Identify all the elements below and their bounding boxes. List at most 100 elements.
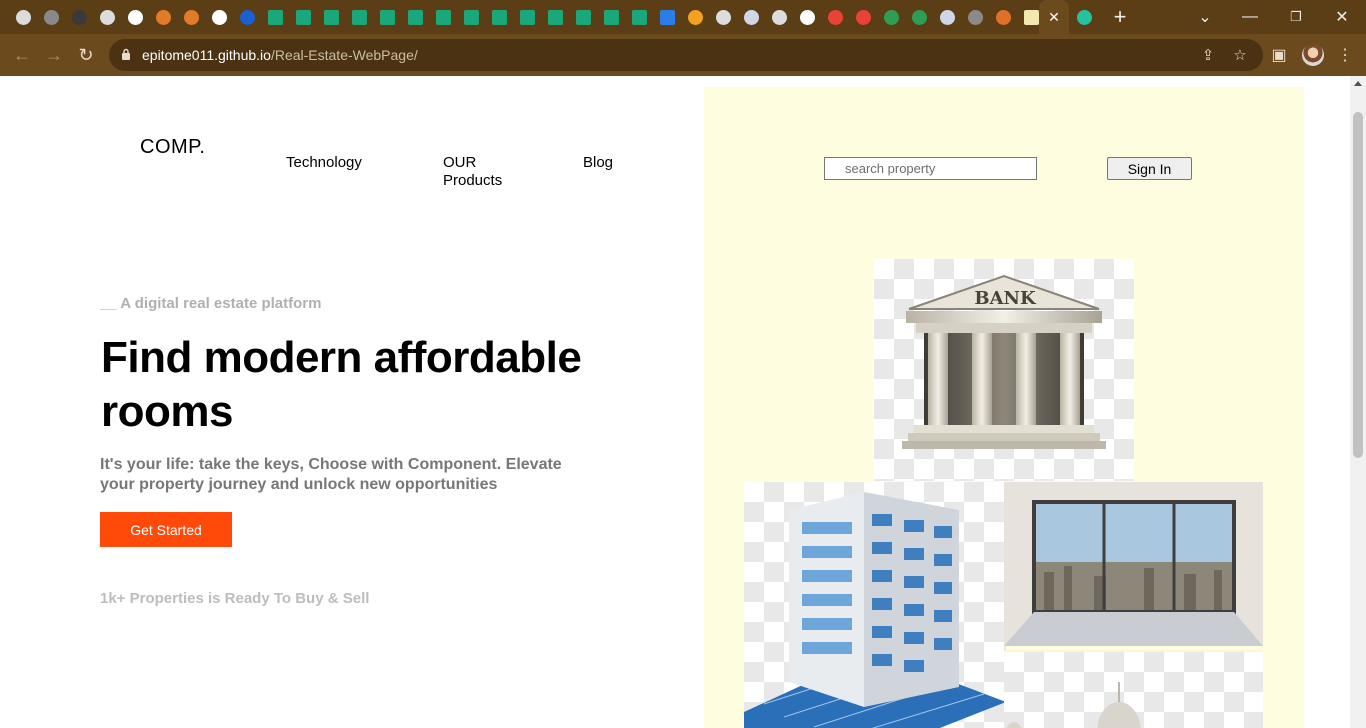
browser-tab[interactable] [573, 7, 593, 27]
browser-tab[interactable] [965, 7, 985, 27]
browser-tab[interactable] [657, 7, 677, 27]
browser-tab[interactable] [69, 7, 89, 27]
browser-tab[interactable] [405, 7, 425, 27]
browser-tab[interactable] [433, 7, 453, 27]
browser-tab[interactable] [769, 7, 789, 27]
browser-tab[interactable] [853, 7, 873, 27]
page-scrollbar[interactable] [1350, 76, 1366, 728]
restore-icon[interactable]: ❐ [1286, 7, 1306, 27]
get-started-button[interactable]: Get Started [100, 512, 232, 547]
w-icon [295, 9, 311, 25]
search-input[interactable] [824, 157, 1037, 180]
browser-tab[interactable] [181, 7, 201, 27]
browser-tab[interactable] [993, 7, 1013, 27]
chrome-icon [771, 9, 787, 25]
nav-our-products[interactable]: OUR Products [443, 154, 502, 190]
w-icon [407, 9, 423, 25]
close-window-icon[interactable]: ✕ [1332, 7, 1352, 27]
new-tab-button[interactable]: + [1110, 4, 1130, 29]
hero-headline: Find modern affordable rooms [101, 333, 582, 436]
browser-tab[interactable] [13, 7, 33, 27]
browser-tab[interactable] [293, 7, 313, 27]
browser-tab[interactable] [237, 7, 257, 27]
chrome-icon [15, 9, 31, 25]
nav-blog[interactable]: Blog [583, 154, 613, 172]
browser-tab[interactable] [909, 7, 929, 27]
browser-tab[interactable] [713, 7, 733, 27]
matlab-icon [995, 9, 1011, 25]
w-icon [463, 9, 479, 25]
close-tab-icon[interactable]: ✕ [1048, 9, 1060, 26]
browser-tab[interactable] [153, 7, 173, 27]
browser-tab[interactable] [825, 7, 845, 27]
browser-tab[interactable] [685, 7, 705, 27]
browser-tab[interactable] [1021, 7, 1041, 27]
browser-tab[interactable] [937, 7, 957, 27]
w-icon [631, 9, 647, 25]
browser-tab[interactable] [545, 7, 565, 27]
hero-tagline: __ A digital real estate platform [100, 295, 322, 312]
forward-icon[interactable]: → [43, 44, 65, 66]
lock-icon [122, 48, 130, 60]
bank-image: BANK [874, 259, 1134, 481]
site-logo[interactable]: COMP. [140, 136, 205, 159]
scroll-up-arrow-icon[interactable] [1354, 81, 1362, 86]
chrome-icon [99, 9, 115, 25]
browser-tab[interactable] [209, 7, 229, 27]
gmail-icon [855, 9, 871, 25]
w-icon [547, 9, 563, 25]
w-icon [379, 9, 395, 25]
w-icon [267, 9, 283, 25]
city-view-room-image [1004, 482, 1263, 646]
side-panel-icon[interactable]: ▣ [1268, 44, 1290, 66]
reload-icon[interactable]: ↻ [75, 44, 97, 66]
browser-tab[interactable] [797, 7, 817, 27]
share-icon[interactable]: ⇪ [1199, 46, 1217, 64]
browser-tab[interactable] [741, 7, 761, 27]
browser-tab[interactable] [517, 7, 537, 27]
w-icon [519, 9, 535, 25]
menu-icon[interactable]: ⋮ [1334, 44, 1356, 66]
profile-avatar[interactable] [1302, 44, 1324, 66]
bookmark-star-icon[interactable]: ☆ [1231, 46, 1249, 64]
gmail-icon [827, 9, 843, 25]
browser-tab[interactable] [41, 7, 61, 27]
browser-tab[interactable] [601, 7, 621, 27]
asterisk-icon [1076, 9, 1092, 25]
office-building-image [744, 482, 1006, 728]
browser-tab[interactable] [881, 7, 901, 27]
browser-tab[interactable] [1074, 7, 1094, 27]
browser-tab[interactable] [629, 7, 649, 27]
google-icon [127, 9, 143, 25]
browser-tab[interactable] [97, 7, 117, 27]
browser-tab[interactable] [125, 7, 145, 27]
browser-tab[interactable] [377, 7, 397, 27]
properties-stat: 1k+ Properties is Ready To Buy & Sell [100, 590, 370, 607]
tab-search-icon[interactable]: ⌄ [1195, 7, 1215, 27]
minimize-icon[interactable]: — [1240, 7, 1260, 27]
diamond-icon [183, 9, 199, 25]
flag-icon [743, 9, 759, 25]
address-bar[interactable]: epitome011.github.io/Real-Estate-WebPage… [109, 39, 1263, 71]
back-icon[interactable]: ← [11, 44, 33, 66]
browser-tab[interactable] [349, 7, 369, 27]
nav-our-products-line2: Products [443, 172, 503, 189]
browser-tab[interactable] [461, 7, 481, 27]
tab-strip: ✕ + ⌄ — ❐ ✕ [0, 0, 1366, 34]
webpage: COMP. Technology OUR Products Blog Sign … [0, 76, 1350, 728]
browser-tab[interactable]: ✕ [1039, 0, 1069, 34]
browser-tab[interactable] [265, 7, 285, 27]
slides-icon [687, 9, 703, 25]
nav-technology[interactable]: Technology [286, 154, 362, 172]
sign-in-button[interactable]: Sign In [1107, 157, 1192, 180]
flag-icon [939, 9, 955, 25]
browser-tab[interactable] [489, 7, 509, 27]
bank-label: BANK [974, 288, 1037, 309]
reddit-icon [211, 9, 227, 25]
hero-subtext: It's your life: take the keys, Choose wi… [100, 456, 562, 493]
diamond-icon [155, 9, 171, 25]
scroll-thumb[interactable] [1353, 112, 1363, 458]
browser-tab[interactable] [321, 7, 341, 27]
circle-icon [239, 9, 255, 25]
url-text: epitome011.github.io/Real-Estate-WebPage… [142, 47, 418, 63]
